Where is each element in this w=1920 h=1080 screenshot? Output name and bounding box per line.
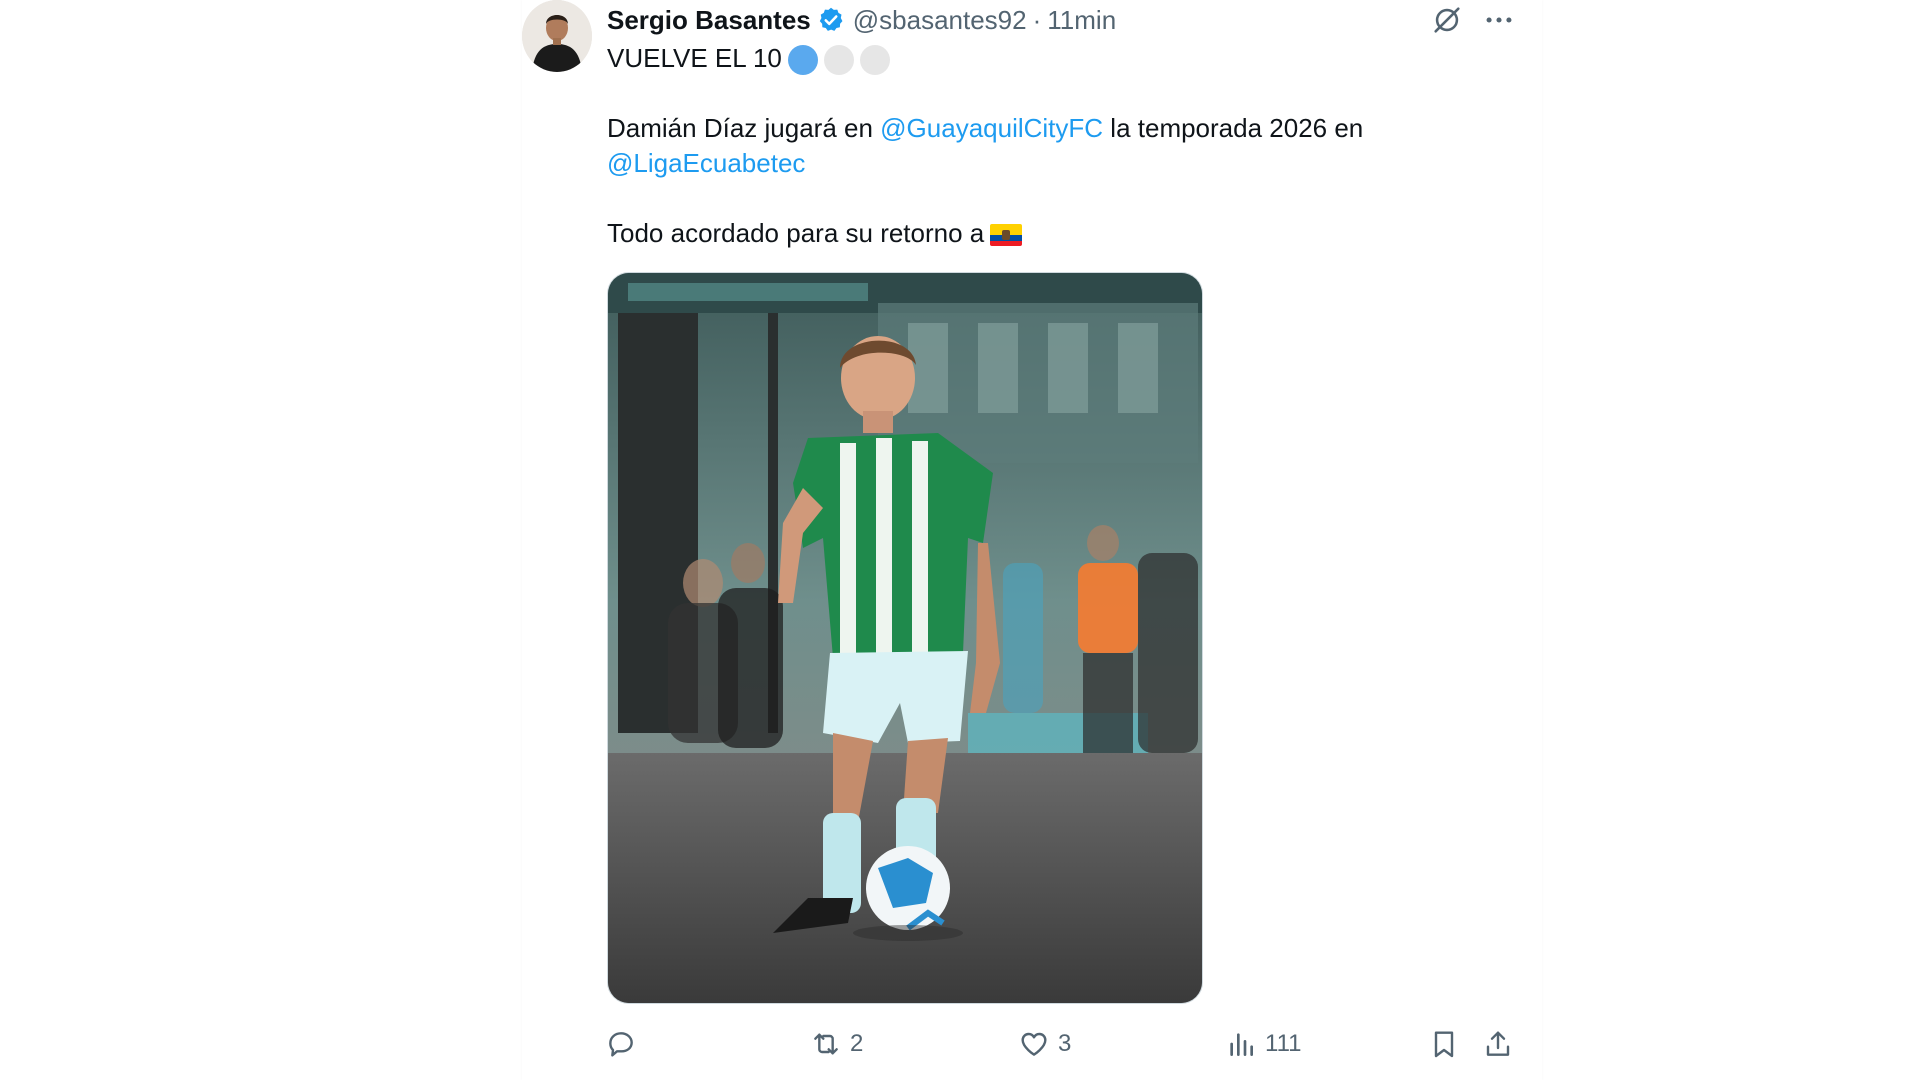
share-button[interactable]	[1482, 1024, 1514, 1064]
avatar-image	[522, 0, 592, 72]
grok-button[interactable]	[1430, 2, 1464, 38]
heart-icon	[1021, 1032, 1047, 1056]
tweet-line-3: @LigaEcuabetec	[607, 146, 805, 180]
bookmark-icon	[1434, 1031, 1454, 1058]
views-chart-icon	[1230, 1033, 1253, 1056]
retweet-icon	[814, 1033, 838, 1055]
tweet-time[interactable]: 11min	[1047, 5, 1116, 36]
retweet-button[interactable]: 2	[810, 1024, 863, 1064]
bookmark-button[interactable]	[1428, 1024, 1460, 1064]
tweet-line-4: Todo acordado para su retorno a	[607, 216, 1023, 250]
reply-icon	[609, 1032, 633, 1057]
soccer-player-photo	[608, 273, 1202, 1003]
line2-suffix: la temporada 2026 en	[1110, 113, 1364, 143]
grok-icon	[1434, 7, 1460, 33]
mention-ligaecuabetec[interactable]: @LigaEcuabetec	[607, 148, 805, 178]
line2-prefix: Damián Díaz jugará en	[607, 113, 873, 143]
views-count: 111	[1265, 1030, 1302, 1057]
line3-text: Todo acordado para su retorno a	[607, 218, 985, 248]
tweet-line-1: VUELVE EL 10	[607, 41, 890, 76]
line1-text: VUELVE EL 10	[607, 43, 782, 73]
author-handle[interactable]: @sbasantes92	[853, 5, 1027, 36]
views-button[interactable]: 111	[1225, 1024, 1301, 1064]
author-name[interactable]: Sergio Basantes	[607, 5, 811, 36]
like-count: 3	[1058, 1030, 1072, 1057]
more-options-button[interactable]	[1482, 2, 1516, 38]
share-icon	[1486, 1031, 1510, 1056]
more-icon	[1486, 17, 1512, 23]
white-circle-icon	[859, 45, 890, 76]
tweet-media-photo[interactable]	[607, 272, 1203, 1004]
tweet-header: Sergio Basantes @sbasantes92 · 11min	[607, 2, 1116, 38]
avatar[interactable]	[522, 0, 592, 72]
mention-guayaquilcityfc[interactable]: @GuayaquilCityFC	[880, 113, 1103, 143]
tweet-line-2: Damián Díaz jugará en @GuayaquilCityFC l…	[607, 111, 1363, 145]
like-button[interactable]: 3	[1018, 1024, 1071, 1064]
reply-button[interactable]	[605, 1024, 645, 1064]
ecuador-flag-icon	[990, 224, 1023, 247]
separator-dot: ·	[1032, 4, 1042, 35]
retweet-count: 2	[850, 1030, 864, 1057]
white-circle-icon	[823, 45, 854, 76]
blue-circle-icon	[787, 45, 818, 76]
verified-badge-icon	[819, 7, 843, 31]
